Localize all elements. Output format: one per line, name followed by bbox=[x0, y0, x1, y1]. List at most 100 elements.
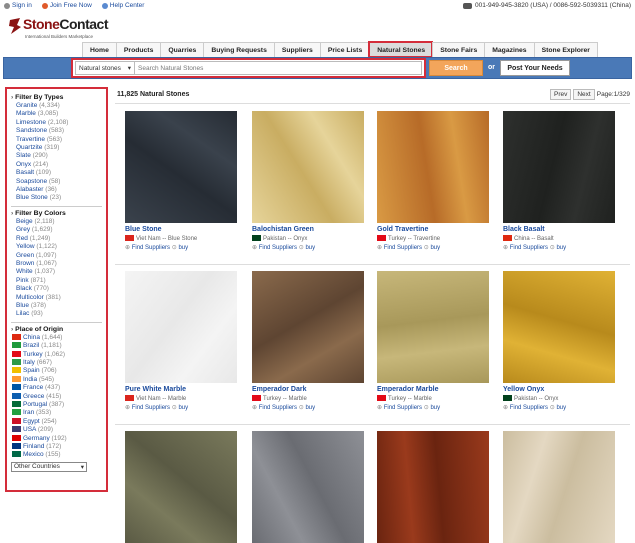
stone-name-link[interactable]: Emperador Marble bbox=[377, 386, 489, 393]
stone-card[interactable] bbox=[377, 431, 489, 543]
join-link[interactable]: Join Free Now bbox=[41, 2, 92, 9]
stone-name-link[interactable]: Yellow Onyx bbox=[503, 386, 615, 393]
filter-type-alabaster[interactable]: Alabaster (36) bbox=[11, 186, 102, 194]
find-suppliers-link[interactable]: Find Suppliers bbox=[132, 405, 170, 411]
filter-type-sandstone[interactable]: Sandstone (583) bbox=[11, 127, 102, 135]
buy-link[interactable]: buy bbox=[178, 405, 188, 411]
filter-type-onyx[interactable]: Onyx (214) bbox=[11, 161, 102, 169]
stone-image[interactable] bbox=[125, 431, 237, 543]
next-button[interactable]: Next bbox=[573, 89, 595, 100]
tab-buying-requests[interactable]: Buying Requests bbox=[203, 42, 274, 57]
tab-natural-stones[interactable]: Natural Stones bbox=[368, 41, 434, 58]
origin-turkey[interactable]: Turkey (1,062) bbox=[11, 350, 102, 359]
filter-color-pink[interactable]: Pink (871) bbox=[11, 277, 102, 285]
buy-link[interactable]: buy bbox=[556, 245, 566, 251]
stone-card[interactable] bbox=[252, 431, 364, 543]
tab-suppliers[interactable]: Suppliers bbox=[273, 42, 320, 57]
stone-image[interactable] bbox=[377, 271, 489, 383]
origin-usa[interactable]: USA (209) bbox=[11, 426, 102, 434]
buy-link[interactable]: buy bbox=[305, 405, 315, 411]
join-text[interactable]: Join Free Now bbox=[50, 2, 92, 9]
filter-color-brown[interactable]: Brown (1,067) bbox=[11, 260, 102, 268]
stone-image[interactable] bbox=[252, 111, 364, 223]
tab-price-lists[interactable]: Price Lists bbox=[319, 42, 370, 57]
filter-type-quartzite[interactable]: Quartzite (319) bbox=[11, 144, 102, 152]
stone-image[interactable] bbox=[503, 431, 615, 543]
filter-color-white[interactable]: White (1,037) bbox=[11, 268, 102, 276]
filter-color-red[interactable]: Red (1,249) bbox=[11, 235, 102, 243]
search-input[interactable]: Search Natural Stones bbox=[135, 61, 422, 75]
sign-in-text[interactable]: Sign in bbox=[12, 2, 32, 9]
filter-color-grey[interactable]: Grey (1,629) bbox=[11, 226, 102, 234]
buy-link[interactable]: buy bbox=[430, 245, 440, 251]
filter-color-lilac[interactable]: Lilac (93) bbox=[11, 310, 102, 318]
filter-type-marble[interactable]: Marble (3,085) bbox=[11, 110, 102, 118]
origin-india[interactable]: India (545) bbox=[11, 375, 102, 384]
category-select[interactable]: Natural stones ▾ bbox=[75, 61, 135, 75]
stone-image[interactable] bbox=[503, 111, 615, 223]
stone-name-link[interactable]: Gold Travertine bbox=[377, 226, 489, 233]
filter-type-granite[interactable]: Granite (4,334) bbox=[11, 102, 102, 110]
stone-card[interactable] bbox=[125, 431, 237, 543]
stone-name-link[interactable]: Pure White Marble bbox=[125, 386, 237, 393]
stone-image[interactable] bbox=[125, 111, 237, 223]
stone-image[interactable] bbox=[252, 431, 364, 543]
origin-iran[interactable]: Iran (353) bbox=[11, 409, 102, 417]
prev-button[interactable]: Prev bbox=[549, 89, 572, 100]
tab-products[interactable]: Products bbox=[115, 42, 161, 57]
stone-name-link[interactable]: Balochistan Green bbox=[252, 226, 364, 233]
filter-type-slate[interactable]: Slate (290) bbox=[11, 152, 102, 160]
stone-name-link[interactable]: Emperador Dark bbox=[252, 386, 364, 393]
tab-quarries[interactable]: Quarries bbox=[160, 42, 204, 57]
help-text[interactable]: Help Center bbox=[110, 2, 145, 9]
find-suppliers-link[interactable]: Find Suppliers bbox=[510, 245, 548, 251]
stone-card[interactable] bbox=[503, 431, 615, 543]
stone-image[interactable] bbox=[503, 271, 615, 383]
origin-greece[interactable]: Greece (415) bbox=[11, 392, 102, 401]
stone-card[interactable]: Emperador Marble Turkey -- Marble ⊕ Find S… bbox=[377, 271, 489, 411]
find-suppliers-link[interactable]: Find Suppliers bbox=[384, 405, 422, 411]
buy-link[interactable]: buy bbox=[178, 245, 188, 251]
stone-card[interactable]: Black Basalt China -- Basalt ⊕ Find Suppli… bbox=[503, 111, 615, 251]
filter-type-blue-stone[interactable]: Blue Stone (23) bbox=[11, 194, 102, 202]
stone-name-link[interactable]: Black Basalt bbox=[503, 226, 615, 233]
origin-italy[interactable]: Italy (667) bbox=[11, 358, 102, 367]
post-needs-button[interactable]: Post Your Needs bbox=[500, 60, 570, 76]
filter-color-multicolor[interactable]: Multicolor (381) bbox=[11, 294, 102, 302]
stone-card[interactable]: Balochistan Green Pakistan -- Onyx ⊕ Find … bbox=[252, 111, 364, 251]
stone-card[interactable]: Pure White Marble Viet Nam -- Marble ⊕ Fin… bbox=[125, 271, 237, 411]
stone-card[interactable]: Emperador Dark Turkey -- Marble ⊕ Find Sup… bbox=[252, 271, 364, 411]
find-suppliers-link[interactable]: Find Suppliers bbox=[510, 405, 548, 411]
filter-color-yellow[interactable]: Yellow (1,122) bbox=[11, 243, 102, 251]
stone-image[interactable] bbox=[377, 111, 489, 223]
search-button[interactable]: Search bbox=[429, 60, 483, 76]
find-suppliers-link[interactable]: Find Suppliers bbox=[259, 405, 297, 411]
tab-stone-fairs[interactable]: Stone Fairs bbox=[432, 42, 485, 57]
find-suppliers-link[interactable]: Find Suppliers bbox=[132, 245, 170, 251]
origin-brazil[interactable]: Brazil (1,181) bbox=[11, 342, 102, 350]
buy-link[interactable]: buy bbox=[430, 405, 440, 411]
origin-france[interactable]: France (437) bbox=[11, 384, 102, 392]
filter-color-blue[interactable]: Blue (378) bbox=[11, 302, 102, 310]
origin-portugal[interactable]: Portugal (387) bbox=[11, 401, 102, 409]
filter-type-travertine[interactable]: Travertine (563) bbox=[11, 136, 102, 144]
logo[interactable]: StoneContact International Builders Mark… bbox=[8, 15, 118, 41]
origin-finland[interactable]: Finland (172) bbox=[11, 443, 102, 451]
sign-in-link[interactable]: Sign in bbox=[4, 2, 32, 9]
origin-germany[interactable]: Germany (192) bbox=[11, 434, 102, 443]
origin-mexico[interactable]: Mexico (155) bbox=[11, 451, 102, 459]
filter-type-soapstone[interactable]: Soapstone (58) bbox=[11, 178, 102, 186]
tab-home[interactable]: Home bbox=[82, 42, 116, 57]
buy-link[interactable]: buy bbox=[556, 405, 566, 411]
filter-color-beige[interactable]: Beige (2,118) bbox=[11, 218, 102, 226]
origin-spain[interactable]: Spain (706) bbox=[11, 367, 102, 375]
origin-egypt[interactable]: Egypt (254) bbox=[11, 417, 102, 426]
stone-card[interactable]: Gold Travertine Turkey -- Travertine ⊕ Fin… bbox=[377, 111, 489, 251]
tab-stone-explorer[interactable]: Stone Explorer bbox=[533, 42, 598, 57]
filter-type-limestone[interactable]: Limestone (2,108) bbox=[11, 119, 102, 127]
buy-link[interactable]: buy bbox=[305, 245, 315, 251]
find-suppliers-link[interactable]: Find Suppliers bbox=[259, 245, 297, 251]
stone-name-link[interactable]: Blue Stone bbox=[125, 226, 237, 233]
stone-image[interactable] bbox=[252, 271, 364, 383]
filter-color-black[interactable]: Black (770) bbox=[11, 285, 102, 293]
